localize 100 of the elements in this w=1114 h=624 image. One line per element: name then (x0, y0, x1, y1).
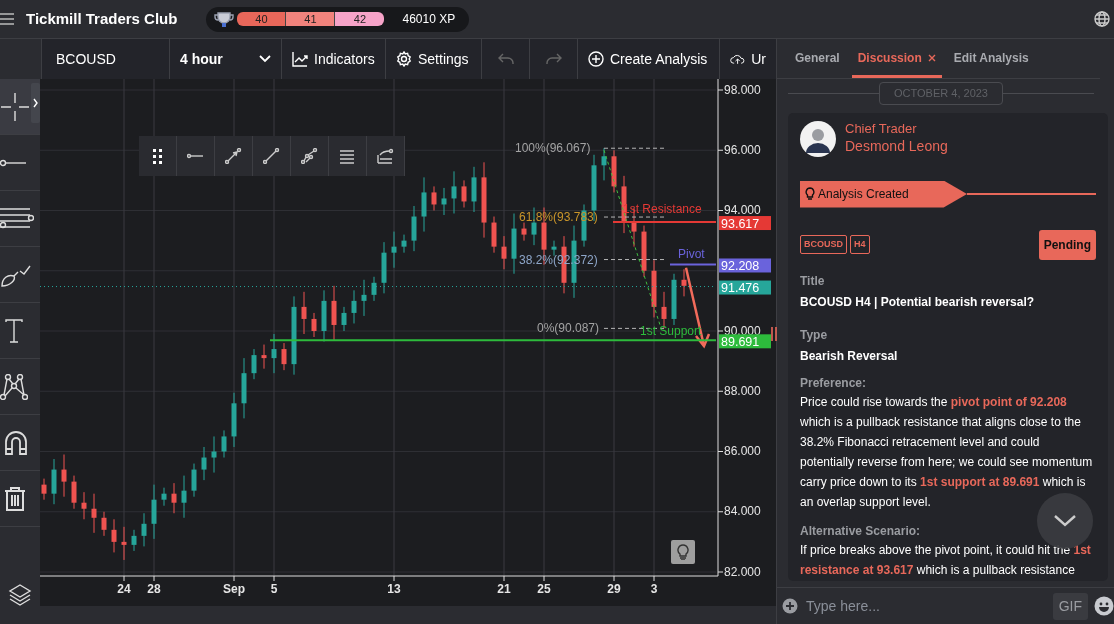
candlestick (71, 475, 77, 510)
settings-icon (396, 51, 412, 67)
date-label: 3 (650, 582, 658, 596)
field-value: Price could rise towards the pivot point of 92.208 which is a pullback resistance that aligns close to the 38.2% Fibonacci retracement level and could potentially reverse from here; we could see momentum carry price down to its 1st support at 89.691 which is an overlap support level. (800, 393, 1094, 511)
menu-icon[interactable] (0, 12, 14, 26)
level-segment: 42 (335, 12, 385, 26)
price-label: 98.000 (724, 82, 761, 97)
date-label: 28 (147, 582, 161, 596)
segment-tool-icon (262, 148, 281, 164)
candlestick (411, 205, 417, 252)
resize-handle-icon[interactable] (771, 327, 777, 341)
avatar-icon (800, 120, 836, 157)
candlestick (61, 454, 67, 498)
lightbulb-icon (805, 187, 815, 201)
chart-icon (292, 51, 308, 67)
undo-icon (497, 53, 514, 65)
plus-circle-icon (588, 51, 604, 67)
candlestick (341, 306, 347, 332)
status-button[interactable]: Pending (1038, 229, 1096, 260)
crosshair-icon (0, 91, 30, 122)
crosshair-tool-button[interactable] (0, 79, 40, 135)
candlestick (501, 235, 507, 270)
price-label: 84.000 (724, 504, 761, 519)
globe-icon[interactable] (1094, 11, 1110, 27)
tag-label: H4 (850, 234, 870, 255)
field-label: Preference: (800, 374, 868, 392)
ref-line-label: 92.208 (721, 258, 760, 273)
candlestick (601, 147, 607, 181)
candlestick (41, 478, 47, 501)
date-label: Sep (223, 582, 245, 596)
candlestick (431, 185, 437, 211)
candlestick (441, 187, 447, 216)
candlestick (471, 166, 477, 213)
level-segment: 40 (237, 12, 287, 26)
price-tag: 92.208 (719, 258, 771, 273)
candlestick (671, 273, 677, 326)
date-label: 13 (387, 582, 401, 596)
candlestick (351, 289, 357, 324)
fib-tool-icon (338, 148, 357, 164)
channel-tool-icon (300, 148, 319, 164)
price-tag: 93.617 (719, 216, 771, 231)
candlestick (81, 491, 87, 520)
candlestick (141, 512, 147, 547)
candlestick (681, 268, 687, 297)
candlestick (101, 511, 107, 537)
author-name: Desmond Leong (845, 136, 948, 155)
candlestick (381, 241, 387, 294)
level-segment: 41 (286, 12, 336, 26)
candlestick (521, 222, 527, 242)
candlestick (51, 458, 57, 505)
price-label: 94.000 (724, 203, 761, 217)
text-tool-icon (4, 318, 24, 343)
candlestick (311, 312, 317, 338)
field-value: Bearish Reversal (800, 347, 899, 364)
chart-annotation: 0%(90.087) (537, 321, 600, 336)
panel-tab[interactable]: Discussion (851, 40, 942, 78)
caret-icon (259, 55, 271, 63)
candlestick (371, 276, 377, 302)
gif-button[interactable]: GIF (1052, 592, 1088, 620)
message-input[interactable]: Type here... (804, 594, 1047, 618)
idea-button[interactable] (671, 540, 695, 564)
event-label: Analysis Created (818, 186, 909, 203)
price-label: 88.000 (724, 383, 761, 398)
candlestick (611, 149, 617, 193)
panel-tab[interactable]: General (789, 40, 846, 78)
close-icon[interactable] (927, 53, 936, 62)
ref-line-label: 91.476 (721, 281, 760, 296)
candlestick (641, 225, 647, 278)
field-value: If price breaks above the pivot point, it could hit the 1st resistance at 93.617 which is a pullback resistance (800, 541, 1092, 579)
panel-tab[interactable]: Edit Analysis (947, 40, 1035, 78)
upload-button[interactable]: Ur (720, 39, 776, 79)
pattern-icon (0, 373, 28, 400)
date-label: 24 (117, 582, 131, 596)
field-label: Alternative Scenario: (800, 522, 922, 540)
drag-handle-icon (152, 148, 163, 164)
xp-total: 46010 XP (402, 11, 456, 28)
field-label: Title (800, 272, 826, 290)
ref-line-label: 93.617 (721, 216, 760, 231)
candlestick (461, 179, 467, 208)
chart-annotation: Pivot (678, 247, 705, 262)
field-value: BCOUSD H4 | Potential bearish reversal? (800, 293, 1036, 310)
candlestick (161, 487, 167, 507)
candlestick (331, 285, 337, 341)
author-role: Chief Trader (845, 120, 918, 137)
chevron-down-icon (1054, 515, 1076, 527)
candlestick (651, 259, 657, 318)
candlestick (421, 176, 427, 233)
candlestick (241, 357, 247, 419)
arrow-tool-icon (224, 148, 243, 164)
candlestick (551, 240, 557, 257)
candlestick (111, 518, 117, 553)
plus-icon[interactable] (782, 598, 798, 614)
candlestick (391, 231, 397, 269)
magnet-icon (4, 429, 28, 456)
app-title: Tickmill Traders Club (26, 8, 178, 29)
candlestick (271, 333, 277, 374)
candlestick (401, 234, 407, 254)
emoji-icon[interactable] (1094, 596, 1114, 616)
chart-annotation: 100%(96.067) (515, 141, 591, 156)
candlestick (211, 435, 217, 474)
